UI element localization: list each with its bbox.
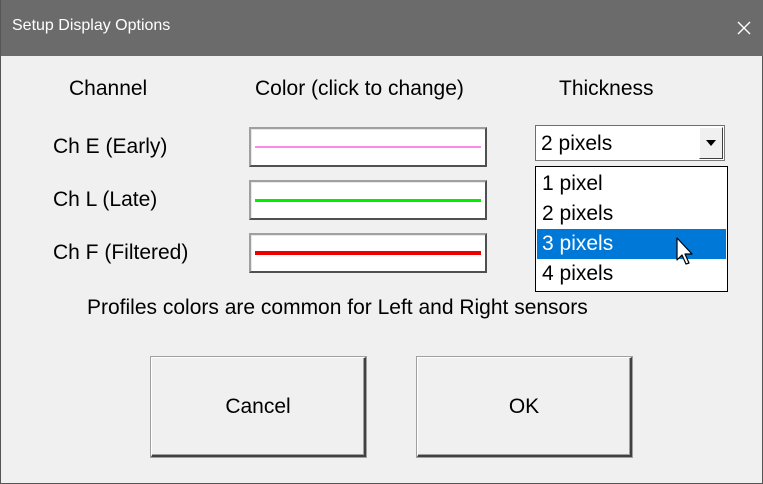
colors-note: Profiles colors are common for Left and … xyxy=(87,296,588,319)
ok-button[interactable]: OK xyxy=(417,357,632,457)
color-line-filtered xyxy=(255,251,481,255)
thickness-option[interactable]: 2 pixels xyxy=(537,199,726,229)
dropdown-arrow-button[interactable] xyxy=(699,127,723,159)
channel-header: Channel xyxy=(69,77,148,100)
channel-label-late: Ch L (Late) xyxy=(53,188,158,211)
ok-button-label: OK xyxy=(508,394,540,418)
cancel-button-label: Cancel xyxy=(225,394,291,418)
chevron-down-icon xyxy=(706,140,716,146)
title-bar: Setup Display Options xyxy=(1,0,763,56)
close-button[interactable] xyxy=(724,0,763,56)
setup-display-options-dialog: Setup Display Options Channel Color (cli… xyxy=(0,0,763,484)
window-title: Setup Display Options xyxy=(12,17,171,34)
close-icon xyxy=(737,21,751,35)
color-line-early xyxy=(255,146,481,148)
thickness-header: Thickness xyxy=(559,77,654,100)
thickness-select[interactable]: 2 pixels xyxy=(535,125,725,161)
channel-label-filtered: Ch F (Filtered) xyxy=(53,241,189,264)
thickness-option[interactable]: 1 pixel xyxy=(537,169,726,199)
color-swatch-early[interactable] xyxy=(249,127,487,167)
color-swatch-filtered[interactable] xyxy=(249,233,487,273)
cancel-button[interactable]: Cancel xyxy=(151,357,366,457)
channel-label-early: Ch E (Early) xyxy=(53,135,168,158)
thickness-select-value: 2 pixels xyxy=(541,132,613,155)
color-header: Color (click to change) xyxy=(255,77,464,100)
color-swatch-late[interactable] xyxy=(249,180,487,220)
thickness-dropdown-list: 1 pixel 2 pixels 3 pixels 4 pixels xyxy=(535,166,728,292)
mouse-pointer-icon xyxy=(676,237,693,265)
color-line-late xyxy=(255,198,481,202)
